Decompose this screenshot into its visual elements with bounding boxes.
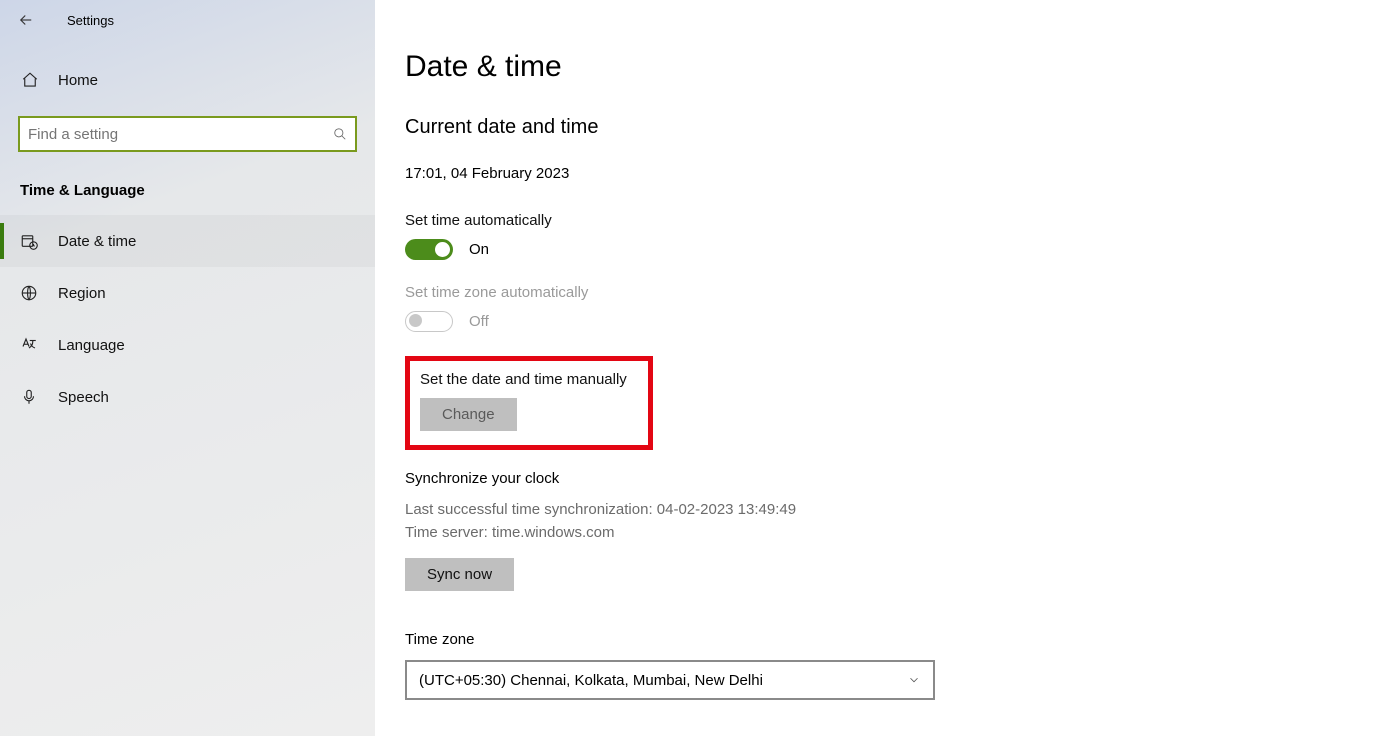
- current-datetime-value: 17:01, 04 February 2023: [405, 165, 1381, 182]
- globe-icon: [18, 284, 40, 302]
- sidebar-item-region[interactable]: Region: [0, 267, 375, 319]
- auto-time-setting: Set time automatically On: [405, 212, 1381, 260]
- sync-now-button[interactable]: Sync now: [405, 558, 514, 591]
- timezone-selected-value: (UTC+05:30) Chennai, Kolkata, Mumbai, Ne…: [419, 672, 763, 689]
- sync-clock-heading: Synchronize your clock: [405, 470, 1381, 487]
- arrow-left-icon: [17, 11, 35, 29]
- main-content: Date & time Current date and time 17:01,…: [375, 0, 1381, 736]
- auto-tz-state: Off: [469, 313, 489, 330]
- microphone-icon: [18, 388, 40, 406]
- home-icon: [20, 71, 40, 89]
- auto-tz-toggle: [405, 311, 453, 332]
- timezone-section: Time zone (UTC+05:30) Chennai, Kolkata, …: [405, 631, 1381, 700]
- search-input[interactable]: [28, 126, 333, 143]
- auto-tz-setting: Set time zone automatically Off: [405, 284, 1381, 332]
- sync-clock-section: Synchronize your clock Last successful t…: [405, 470, 1381, 591]
- search-icon: [333, 127, 347, 141]
- sidebar-home-label: Home: [58, 72, 98, 89]
- auto-tz-label: Set time zone automatically: [405, 284, 1381, 301]
- auto-time-state: On: [469, 241, 489, 258]
- page-title: Date & time: [405, 50, 1381, 84]
- change-datetime-button[interactable]: Change: [420, 398, 517, 431]
- auto-time-toggle[interactable]: [405, 239, 453, 260]
- sidebar-category-title: Time & Language: [20, 182, 375, 199]
- back-button[interactable]: [10, 4, 42, 36]
- sidebar-item-label: Date & time: [58, 233, 136, 250]
- app-title: Settings: [67, 13, 114, 28]
- calendar-clock-icon: [18, 232, 40, 250]
- sidebar-item-language[interactable]: Language: [0, 319, 375, 371]
- sidebar-item-label: Region: [58, 285, 106, 302]
- chevron-down-icon: [907, 673, 921, 687]
- sidebar-item-speech[interactable]: Speech: [0, 371, 375, 423]
- timezone-dropdown[interactable]: (UTC+05:30) Chennai, Kolkata, Mumbai, Ne…: [405, 660, 935, 700]
- sync-last-success: Last successful time synchronization: 04…: [405, 499, 1381, 522]
- sidebar-item-label: Speech: [58, 389, 109, 406]
- timezone-label: Time zone: [405, 631, 1381, 648]
- current-datetime-heading: Current date and time: [405, 116, 1381, 139]
- search-box[interactable]: [18, 116, 357, 152]
- title-bar: Settings: [0, 0, 375, 40]
- sync-server: Time server: time.windows.com: [405, 522, 1381, 545]
- sidebar-home[interactable]: Home: [0, 58, 375, 102]
- sidebar: Settings Home Time & Language Date & tim…: [0, 0, 375, 736]
- manual-datetime-label: Set the date and time manually: [420, 371, 636, 388]
- sidebar-item-date-time[interactable]: Date & time: [0, 215, 375, 267]
- sidebar-item-label: Language: [58, 337, 125, 354]
- manual-datetime-highlight: Set the date and time manually Change: [405, 356, 653, 450]
- language-icon: [18, 336, 40, 354]
- auto-time-label: Set time automatically: [405, 212, 1381, 229]
